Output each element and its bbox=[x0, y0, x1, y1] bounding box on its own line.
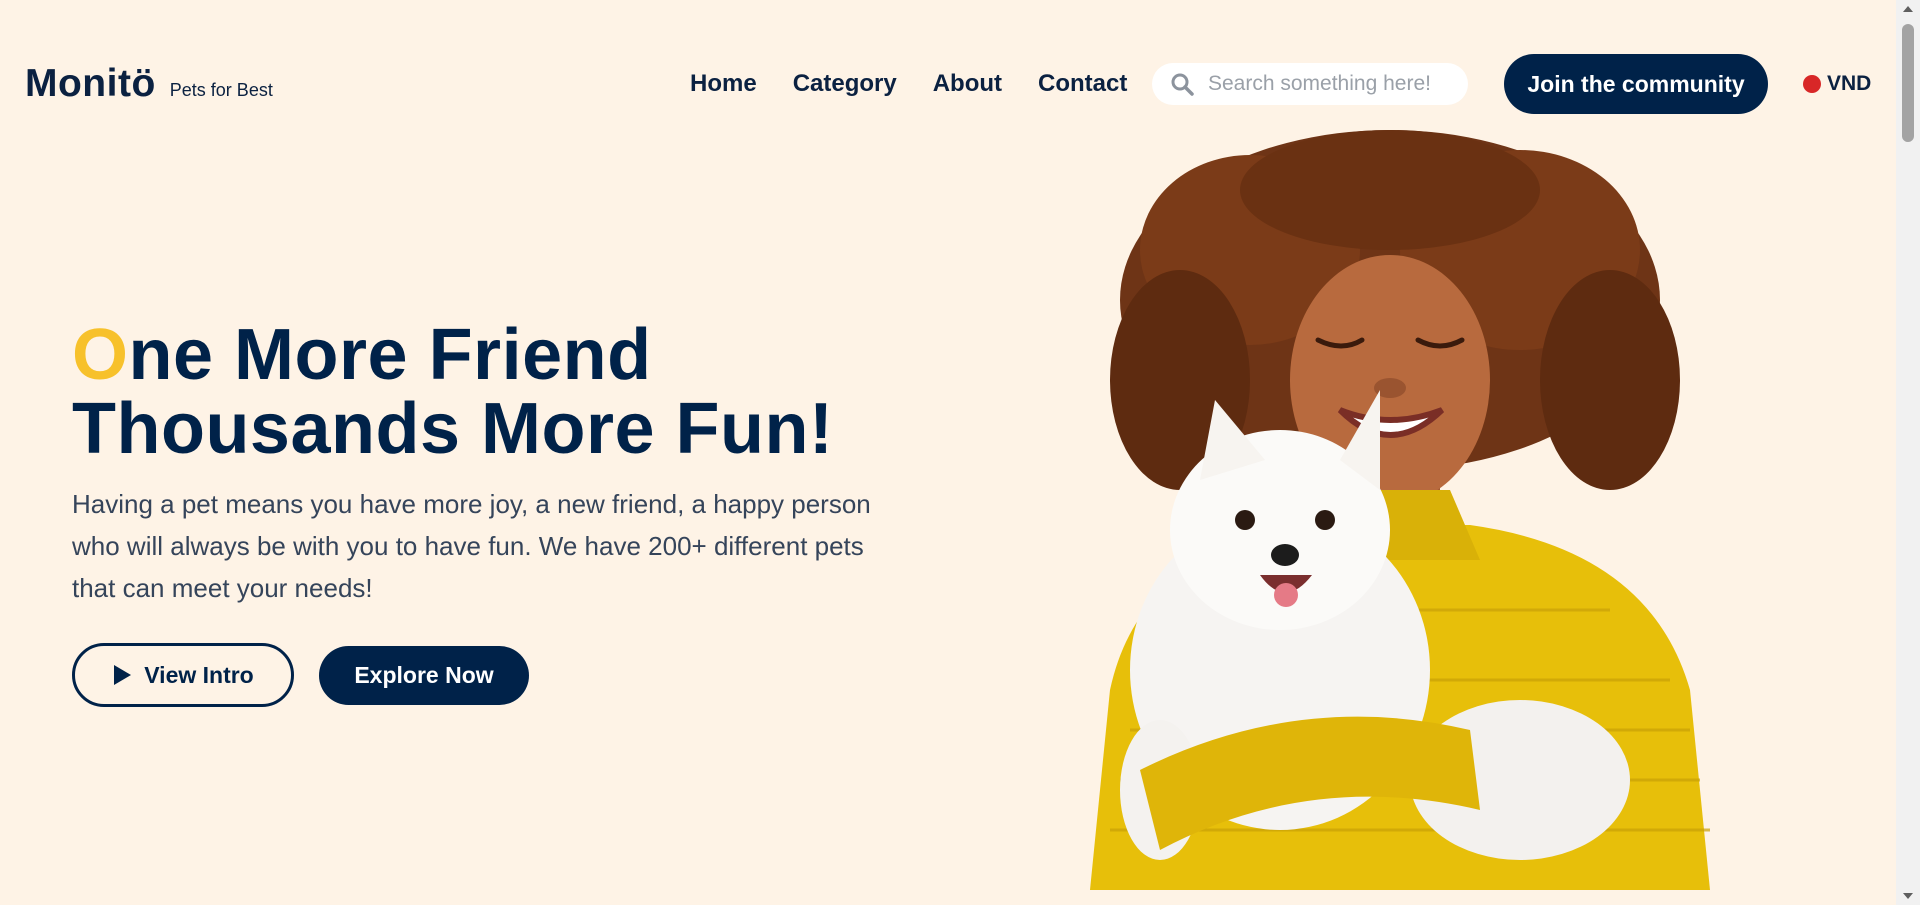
join-community-button[interactable]: Join the community bbox=[1504, 54, 1768, 114]
view-intro-button[interactable]: View Intro bbox=[72, 643, 294, 707]
hero-woman-with-dog-image bbox=[1090, 130, 1710, 890]
hero-title-line2: Thousands More Fun! bbox=[72, 389, 834, 469]
scroll-down-icon[interactable] bbox=[1903, 893, 1913, 899]
search-box bbox=[1152, 63, 1468, 105]
scroll-up-icon[interactable] bbox=[1903, 6, 1913, 12]
nav-home[interactable]: Home bbox=[690, 70, 757, 98]
nav-contact[interactable]: Contact bbox=[1038, 70, 1127, 98]
hero-title-line1: ne More Friend bbox=[128, 315, 652, 395]
explore-now-button[interactable]: Explore Now bbox=[319, 646, 529, 705]
nav-about[interactable]: About bbox=[933, 70, 1002, 98]
logo-tagline: Pets for Best bbox=[169, 80, 273, 100]
logo-text: Monitö bbox=[25, 62, 156, 105]
search-input[interactable] bbox=[1206, 71, 1460, 97]
hero-title-first-letter: O bbox=[72, 315, 129, 395]
search-icon bbox=[1171, 73, 1194, 96]
hero-description: Having a pet means you have more joy, a … bbox=[72, 489, 871, 603]
vertical-scrollbar[interactable] bbox=[1896, 0, 1920, 905]
logo[interactable]: Monitö Pets for Best bbox=[25, 62, 273, 106]
currency-selector[interactable]: VND bbox=[1803, 72, 1871, 96]
vietnam-flag-icon bbox=[1803, 75, 1821, 93]
view-intro-label: View Intro bbox=[144, 661, 254, 688]
nav-category[interactable]: Category bbox=[793, 70, 897, 98]
page: Monitö Pets for Best Home Category About… bbox=[0, 0, 1920, 905]
main-nav: Home Category About Contact bbox=[690, 70, 1127, 98]
scroll-thumb[interactable] bbox=[1902, 24, 1914, 142]
hero-title: One More Friend Thousands More Fun! bbox=[72, 318, 833, 466]
play-icon bbox=[114, 665, 132, 685]
currency-label: VND bbox=[1827, 72, 1872, 95]
